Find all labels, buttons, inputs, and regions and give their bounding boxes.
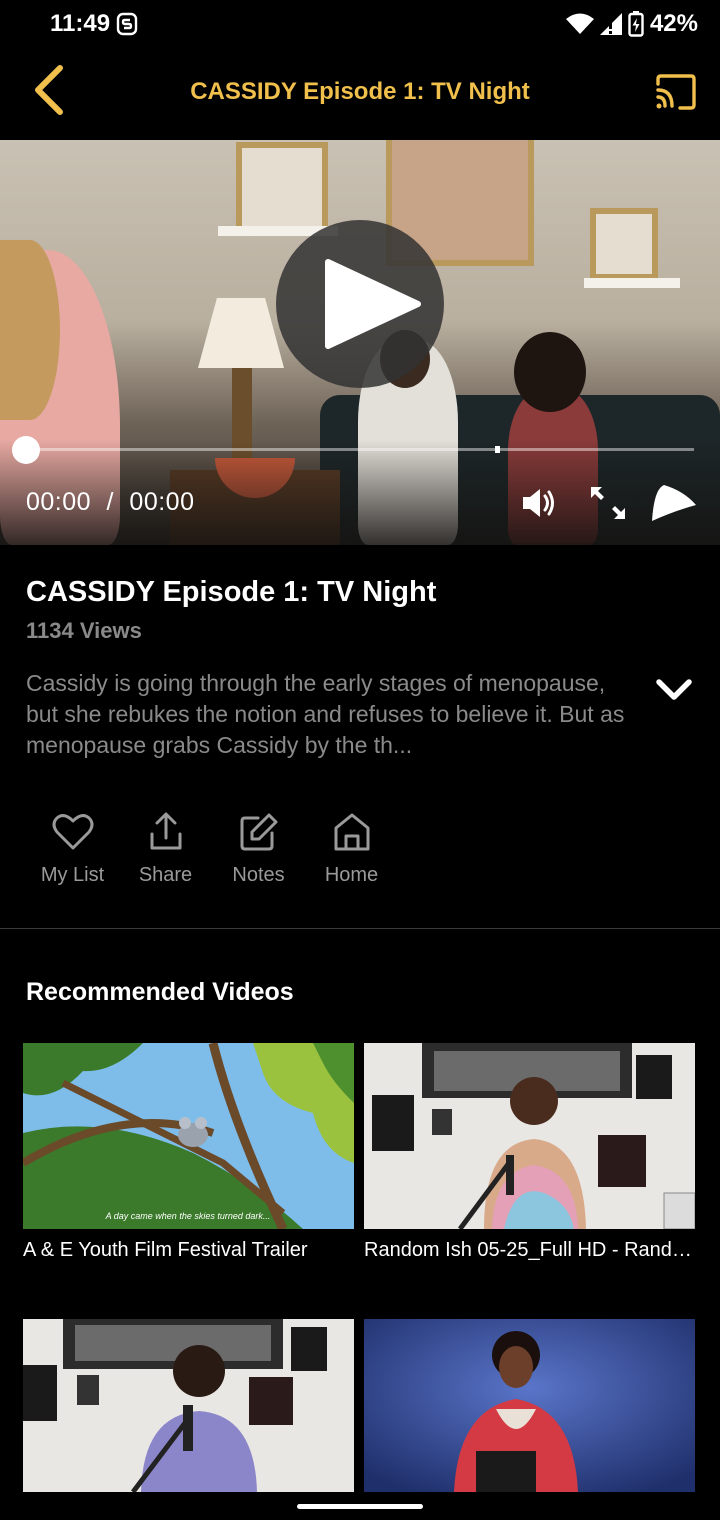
chevron-down-icon bbox=[656, 679, 692, 700]
volume-icon bbox=[523, 489, 554, 517]
share-icon bbox=[150, 812, 181, 850]
current-time: 00:00 bbox=[26, 488, 92, 516]
app-bar: CASSIDY Episode 1: TV Night bbox=[0, 50, 720, 140]
video-thumbnail[interactable] bbox=[364, 1043, 695, 1229]
seek-buffer-marker bbox=[495, 446, 500, 453]
recommended-card[interactable] bbox=[23, 1319, 354, 1492]
status-bar: 11:49 42% bbox=[0, 0, 720, 50]
volume-button[interactable] bbox=[518, 483, 562, 523]
seek-bar[interactable] bbox=[26, 448, 694, 451]
video-thumbnail[interactable] bbox=[364, 1319, 695, 1492]
signal-icon bbox=[599, 13, 622, 35]
airplay-icon bbox=[652, 485, 696, 521]
play-icon bbox=[325, 259, 421, 349]
my-list-label: My List bbox=[40, 864, 105, 886]
section-divider bbox=[0, 928, 720, 929]
recommended-card[interactable] bbox=[364, 1319, 695, 1492]
person-braids bbox=[0, 240, 60, 420]
speaker-scene bbox=[364, 1319, 695, 1492]
podcast-scene bbox=[364, 1043, 695, 1229]
status-indicators: 42% bbox=[565, 10, 698, 38]
lamp-shade bbox=[198, 298, 284, 368]
recommended-title: Random Ish 05-25_Full HD - Random Ish bbox=[364, 1239, 695, 1261]
video-thumbnail[interactable]: A day came when the skies turned dark... bbox=[23, 1043, 354, 1229]
thumbnail-caption: A day came when the skies turned dark... bbox=[105, 1211, 271, 1221]
header-title: CASSIDY Episode 1: TV Night bbox=[190, 78, 530, 105]
cast-button[interactable] bbox=[654, 72, 698, 112]
notification-s-icon bbox=[116, 12, 138, 36]
recommended-card[interactable]: A day came when the skies turned dark...… bbox=[23, 1043, 354, 1262]
person-head bbox=[514, 332, 586, 412]
home-button[interactable]: Home bbox=[305, 812, 398, 887]
status-time: 11:49 bbox=[50, 10, 111, 37]
chevron-left-icon bbox=[35, 65, 63, 115]
wifi-icon bbox=[565, 13, 594, 34]
seek-handle[interactable] bbox=[12, 436, 40, 464]
home-icon bbox=[334, 813, 369, 851]
share-label: Share bbox=[138, 864, 193, 886]
recommended-heading: Recommended Videos bbox=[26, 978, 294, 1006]
wall-shelf bbox=[584, 278, 680, 288]
airplay-button[interactable] bbox=[650, 483, 698, 523]
time-separator: / bbox=[106, 488, 114, 516]
recommended-title: A & E Youth Film Festival Trailer bbox=[23, 1239, 308, 1261]
painting bbox=[590, 208, 658, 280]
video-player[interactable]: 00:00 / 00:00 bbox=[0, 140, 720, 545]
podcast-scene bbox=[23, 1319, 354, 1492]
notes-label: Notes bbox=[232, 864, 285, 886]
video-description: Cassidy is going through the early stage… bbox=[26, 670, 625, 758]
fullscreen-icon bbox=[591, 487, 625, 519]
video-title: CASSIDY Episode 1: TV Night bbox=[26, 576, 437, 608]
duration: 00:00 bbox=[129, 488, 195, 516]
view-count: 1134 Views bbox=[26, 618, 142, 643]
my-list-button[interactable]: My List bbox=[26, 812, 119, 887]
cast-icon bbox=[656, 74, 696, 110]
recommended-card[interactable]: Random Ish 05-25_Full HD - Random Ish bbox=[364, 1043, 695, 1262]
battery-percent: 42% bbox=[649, 10, 698, 37]
expand-description-button[interactable] bbox=[652, 670, 696, 710]
share-button[interactable]: Share bbox=[119, 812, 212, 887]
battery-icon bbox=[628, 11, 644, 37]
time-display: 00:00 / 00:00 bbox=[26, 488, 194, 517]
play-button[interactable] bbox=[276, 220, 444, 388]
home-label: Home bbox=[324, 864, 379, 886]
animated-scene: A day came when the skies turned dark... bbox=[23, 1043, 354, 1229]
heart-icon bbox=[52, 814, 93, 850]
edit-icon bbox=[240, 813, 277, 851]
video-thumbnail[interactable] bbox=[23, 1319, 354, 1492]
fullscreen-button[interactable] bbox=[586, 483, 630, 523]
back-button[interactable] bbox=[26, 62, 76, 118]
action-bar: My List Share Notes Home bbox=[26, 812, 398, 887]
home-indicator[interactable] bbox=[297, 1504, 423, 1509]
notes-button[interactable]: Notes bbox=[212, 812, 305, 887]
